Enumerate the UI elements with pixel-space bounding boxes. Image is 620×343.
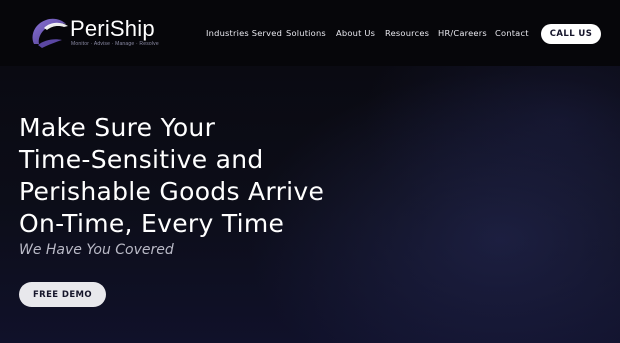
nav-item-about-us[interactable]: About Us [336,28,375,38]
nav-item-industries-served[interactable]: Industries Served [206,28,282,38]
logo-wordmark: PeriShip [70,16,155,41]
headline-line-3: Perishable Goods Arrive [19,177,325,206]
nav-item-solutions[interactable]: Solutions [286,28,326,38]
call-us-button[interactable]: CALL US [541,24,601,44]
nav-item-hr-careers[interactable]: HR/Careers [438,28,487,38]
hero-subheadline: We Have You Covered [19,242,174,258]
logo-tagline: Monitor · Advise · Manage · Resolve [71,41,159,47]
hero-section: PeriShip Monitor · Advise · Manage · Res… [0,0,620,343]
periship-swoosh-icon [32,18,68,48]
headline-line-1: Make Sure Your [19,113,216,142]
nav-item-contact[interactable]: Contact [495,28,529,38]
hero-headline: Make Sure Your Time-Sensitive and Perish… [19,112,339,240]
free-demo-button[interactable]: FREE DEMO [19,282,106,307]
periship-logo[interactable]: PeriShip Monitor · Advise · Manage · Res… [28,12,159,52]
headline-line-2: Time-Sensitive and [19,145,264,174]
headline-line-4: On-Time, Every Time [19,209,285,238]
nav-item-resources[interactable]: Resources [385,28,429,38]
